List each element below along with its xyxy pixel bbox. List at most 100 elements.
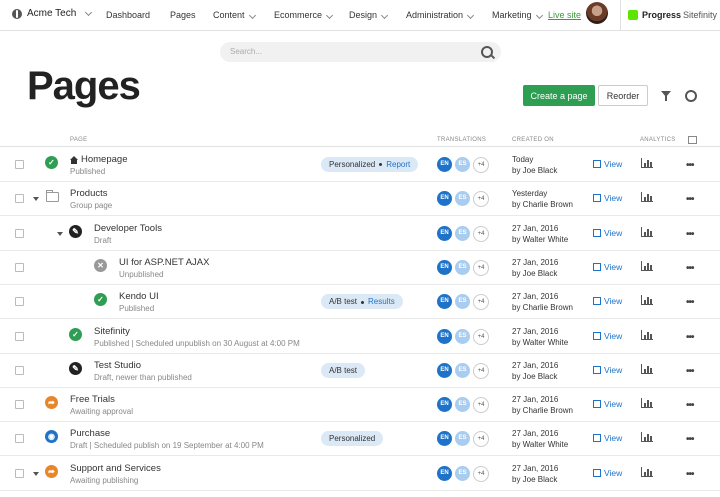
language-en[interactable]: EN <box>437 225 452 241</box>
page-name-link[interactable]: Developer Tools <box>94 223 162 234</box>
view-link[interactable]: View <box>593 468 622 478</box>
row-checkbox[interactable] <box>15 194 24 204</box>
nav-administration[interactable]: Administration <box>406 10 475 20</box>
view-link[interactable]: View <box>593 296 622 306</box>
language-en[interactable]: EN <box>437 259 452 275</box>
view-link[interactable]: View <box>593 159 622 169</box>
gear-icon[interactable] <box>685 90 697 102</box>
language-es[interactable]: ES <box>455 362 470 378</box>
analytics-chart-icon[interactable] <box>641 192 653 203</box>
analytics-chart-icon[interactable] <box>641 329 653 340</box>
page-name-link[interactable]: Products <box>70 188 108 199</box>
table-row[interactable]: ➦ Free Trials Awaiting approval EN ES +4 27 Ja… <box>0 387 720 423</box>
more-languages[interactable]: +4 <box>473 362 489 379</box>
table-row[interactable]: ✎ Developer Tools Draft EN ES +4 27 Jan, 2016 b… <box>0 216 720 251</box>
table-row[interactable]: ◉ Purchase Draft | Scheduled publish on 19… <box>0 421 720 457</box>
language-en[interactable]: EN <box>437 362 452 378</box>
more-options-icon[interactable]: ••• <box>686 229 694 240</box>
language-en[interactable]: EN <box>437 431 452 447</box>
page-name-link[interactable]: Purchase <box>70 428 110 439</box>
page-name-link[interactable]: Test Studio <box>94 360 141 371</box>
row-checkbox[interactable] <box>15 228 24 238</box>
view-link[interactable]: View <box>593 228 622 238</box>
page-name-link[interactable]: UI for ASP.NET AJAX <box>119 257 209 268</box>
analytics-chart-icon[interactable] <box>641 260 653 271</box>
table-row[interactable]: ✎ Test Studio Draft, newer than published A… <box>0 353 720 388</box>
view-link[interactable]: View <box>593 331 622 341</box>
nav-marketing[interactable]: Marketing <box>492 10 543 20</box>
language-es[interactable]: ES <box>455 225 470 241</box>
language-es[interactable]: ES <box>455 465 470 481</box>
language-en[interactable]: EN <box>437 328 452 344</box>
more-languages[interactable]: +4 <box>473 328 489 345</box>
page-name-link[interactable]: Free Trials <box>70 394 115 405</box>
view-link[interactable]: View <box>593 193 622 203</box>
create-page-button[interactable]: Create a page <box>523 85 595 106</box>
site-selector[interactable]: Acme Tech <box>12 8 93 19</box>
expand-arrow-icon[interactable] <box>33 197 39 202</box>
more-options-icon[interactable]: ••• <box>686 366 694 377</box>
page-name-link[interactable]: Sitefinity <box>94 326 130 337</box>
more-options-icon[interactable]: ••• <box>686 332 694 343</box>
row-checkbox[interactable] <box>15 400 24 410</box>
table-row[interactable]: ✓ Homepage Published Personalized Report EN ES… <box>0 147 720 182</box>
row-checkbox[interactable] <box>15 365 24 375</box>
language-en[interactable]: EN <box>437 191 452 207</box>
expand-arrow-icon[interactable] <box>57 231 63 236</box>
page-name-link[interactable]: Homepage <box>70 154 127 165</box>
more-options-icon[interactable]: ••• <box>686 469 694 480</box>
language-en[interactable]: EN <box>437 294 452 310</box>
nav-content[interactable]: Content <box>213 10 256 20</box>
language-es[interactable]: ES <box>455 328 470 344</box>
analytics-chart-icon[interactable] <box>641 295 653 306</box>
more-languages[interactable]: +4 <box>473 397 489 414</box>
tag-link[interactable]: Results <box>368 297 395 306</box>
more-languages[interactable]: +4 <box>473 431 489 448</box>
expand-arrow-icon[interactable] <box>33 471 39 476</box>
page-name-link[interactable]: Support and Services <box>70 463 161 474</box>
table-row[interactable]: ✓ Kendo UI Published A/B test Results EN ES +4 2… <box>0 284 720 320</box>
nav-design[interactable]: Design <box>349 10 389 20</box>
tag-link[interactable]: Report <box>386 160 410 169</box>
language-en[interactable]: EN <box>437 157 452 172</box>
filter-icon[interactable] <box>661 91 671 101</box>
row-checkbox[interactable] <box>15 331 24 341</box>
more-languages[interactable]: +4 <box>473 294 489 311</box>
more-languages[interactable]: +4 <box>473 191 489 208</box>
view-link[interactable]: View <box>593 399 622 409</box>
row-checkbox[interactable] <box>15 434 24 444</box>
row-checkbox[interactable] <box>15 297 24 307</box>
search-icon[interactable] <box>481 46 493 58</box>
view-link[interactable]: View <box>593 433 622 443</box>
table-row[interactable]: ➦ Support and Services Awaiting publishing… <box>0 456 720 491</box>
nav-ecommerce[interactable]: Ecommerce <box>274 10 334 20</box>
more-options-icon[interactable]: ••• <box>686 263 694 274</box>
language-es[interactable]: ES <box>455 157 470 172</box>
language-en[interactable]: EN <box>437 397 452 413</box>
more-languages[interactable]: +4 <box>473 259 489 276</box>
language-es[interactable]: ES <box>455 191 470 207</box>
columns-icon[interactable] <box>688 136 697 144</box>
view-link[interactable]: View <box>593 262 622 272</box>
more-languages[interactable]: +4 <box>473 157 489 173</box>
page-name-link[interactable]: Kendo UI <box>119 291 159 302</box>
reorder-button[interactable]: Reorder <box>598 85 648 106</box>
analytics-chart-icon[interactable] <box>641 363 653 374</box>
user-avatar[interactable] <box>586 2 608 24</box>
more-options-icon[interactable]: ••• <box>686 400 694 411</box>
analytics-chart-icon[interactable] <box>641 226 653 237</box>
more-options-icon[interactable]: ••• <box>686 434 694 445</box>
language-es[interactable]: ES <box>455 294 470 310</box>
language-en[interactable]: EN <box>437 465 452 481</box>
live-site-link[interactable]: Live site <box>548 10 581 20</box>
nav-dashboard[interactable]: Dashboard <box>106 10 150 20</box>
more-options-icon[interactable]: ••• <box>686 160 694 171</box>
nav-pages[interactable]: Pages <box>170 10 196 20</box>
table-row[interactable]: ✕ UI for ASP.NET AJAX Unpublished EN ES +4 27 … <box>0 250 720 285</box>
analytics-chart-icon[interactable] <box>641 466 653 477</box>
row-checkbox[interactable] <box>15 160 24 169</box>
row-checkbox[interactable] <box>15 468 24 478</box>
search-input[interactable]: Search... <box>220 42 501 62</box>
table-row[interactable]: Products Group page EN ES +4 Yesterday by Char… <box>0 181 720 217</box>
analytics-chart-icon[interactable] <box>641 432 653 443</box>
